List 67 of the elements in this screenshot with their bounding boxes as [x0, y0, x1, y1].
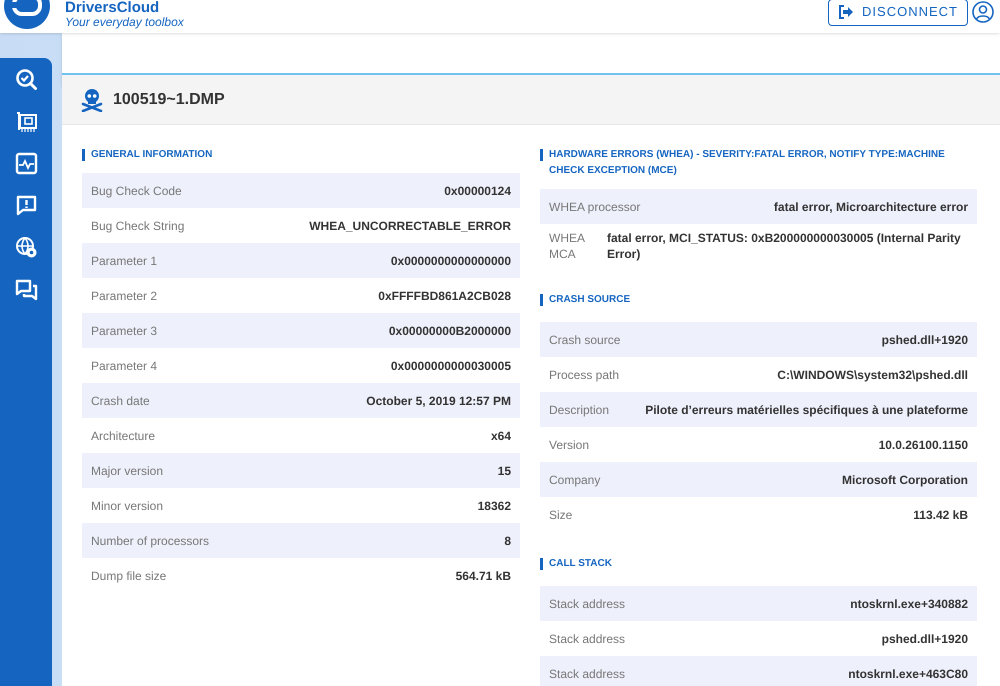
- section-heading: HARDWARE ERRORS (WHEA) - SEVERITY:FATAL ERROR, NOTIFY TYPE:MACHINE CHECK EXCEPTION (MCE): [549, 148, 946, 178]
- chat-icon[interactable]: [14, 278, 38, 301]
- row-value: 15: [498, 462, 511, 480]
- row-value: 8: [504, 532, 511, 550]
- row-value: ntoskrnl.exe+463C80: [848, 666, 968, 682]
- globe-gear-icon[interactable]: [14, 236, 38, 259]
- row-value: 0x0000000000030005: [390, 358, 511, 374]
- row-label: Stack address: [549, 596, 626, 612]
- section-marker: [82, 149, 85, 161]
- row-label: Crash date: [91, 392, 150, 410]
- row-label: Parameter 1: [91, 252, 158, 270]
- message-alert-icon[interactable]: [14, 194, 38, 217]
- file-title: 100519~1.DMP: [113, 90, 225, 110]
- row-value: fatal error, Microarchitecture error: [774, 198, 968, 216]
- row-label: Bug Check Code: [91, 182, 182, 200]
- section-heading: CRASH SOURCE: [549, 293, 630, 307]
- row-label: Number of processors: [91, 532, 210, 550]
- row-value: Pilote d’erreurs matérielles spécifiques à une plateforme: [645, 402, 968, 418]
- tagline: Your everyday toolbox: [65, 14, 184, 30]
- row-label: Major version: [91, 462, 164, 480]
- chart-monitor-icon[interactable]: [14, 152, 38, 175]
- expansion-card-icon[interactable]: [14, 110, 38, 133]
- row-label: Process path: [549, 366, 620, 384]
- row-value: 0x00000124: [444, 182, 511, 200]
- skull-icon: [81, 88, 103, 112]
- row-label: Stack address: [549, 630, 626, 648]
- row-value: October 5, 2019 12:57 PM: [366, 392, 511, 410]
- section-marker: [540, 558, 543, 570]
- user-icon[interactable]: [972, 1, 994, 23]
- row-label: WHEA MCA: [549, 230, 586, 262]
- row-label: Company: [549, 472, 600, 488]
- logout-icon: [838, 5, 854, 19]
- row-label: Description: [549, 402, 610, 418]
- row-value: WHEA_UNCORRECTABLE_ERROR: [309, 218, 511, 234]
- row-value: pshed.dll+1920: [882, 630, 968, 648]
- row-label: Parameter 4: [91, 358, 158, 374]
- search-check-icon[interactable]: [14, 68, 38, 91]
- row-value: 18362: [478, 498, 511, 514]
- row-value: pshed.dll+1920: [882, 332, 968, 348]
- row-label: WHEA processor: [549, 198, 640, 216]
- row-label: Stack address: [549, 666, 626, 682]
- row-value: 0xFFFFBD861A2CB028: [378, 288, 511, 304]
- row-label: Crash source: [549, 332, 620, 348]
- section-marker: [540, 149, 543, 161]
- disconnect-button[interactable]: DISCONNECT: [828, 0, 968, 26]
- row-label: Dump file size: [91, 568, 166, 584]
- section-marker: [540, 294, 543, 306]
- app-name: DriversCloud: [65, 0, 160, 14]
- row-label: Parameter 3: [91, 322, 158, 340]
- row-value: fatal error, MCI_STATUS: 0xB200000000030005 (Internal Parity Error): [607, 230, 962, 262]
- row-value: 0x0000000000000000: [390, 252, 511, 270]
- row-value: ntoskrnl.exe+340882: [850, 596, 968, 612]
- row-label: Bug Check String: [91, 218, 184, 234]
- row-label: Minor version: [91, 498, 164, 514]
- row-label: Architecture: [91, 428, 156, 444]
- section-heading: GENERAL INFORMATION: [91, 148, 212, 162]
- row-label: Parameter 2: [91, 288, 158, 304]
- row-value: C:\WINDOWS\system32\pshed.dll: [777, 366, 968, 384]
- row-value: 0x00000000B2000000: [388, 322, 511, 340]
- row-value: 10.0.26100.1150: [878, 436, 968, 454]
- row-value: 564.71 kB: [456, 568, 511, 584]
- row-value: 113.42 kB: [913, 506, 968, 524]
- row-value: Microsoft Corporation: [842, 472, 968, 488]
- row-label: Size: [549, 506, 572, 524]
- section-heading: CALL STACK: [549, 557, 612, 571]
- row-label: Version: [549, 436, 590, 454]
- row-value: x64: [490, 428, 511, 444]
